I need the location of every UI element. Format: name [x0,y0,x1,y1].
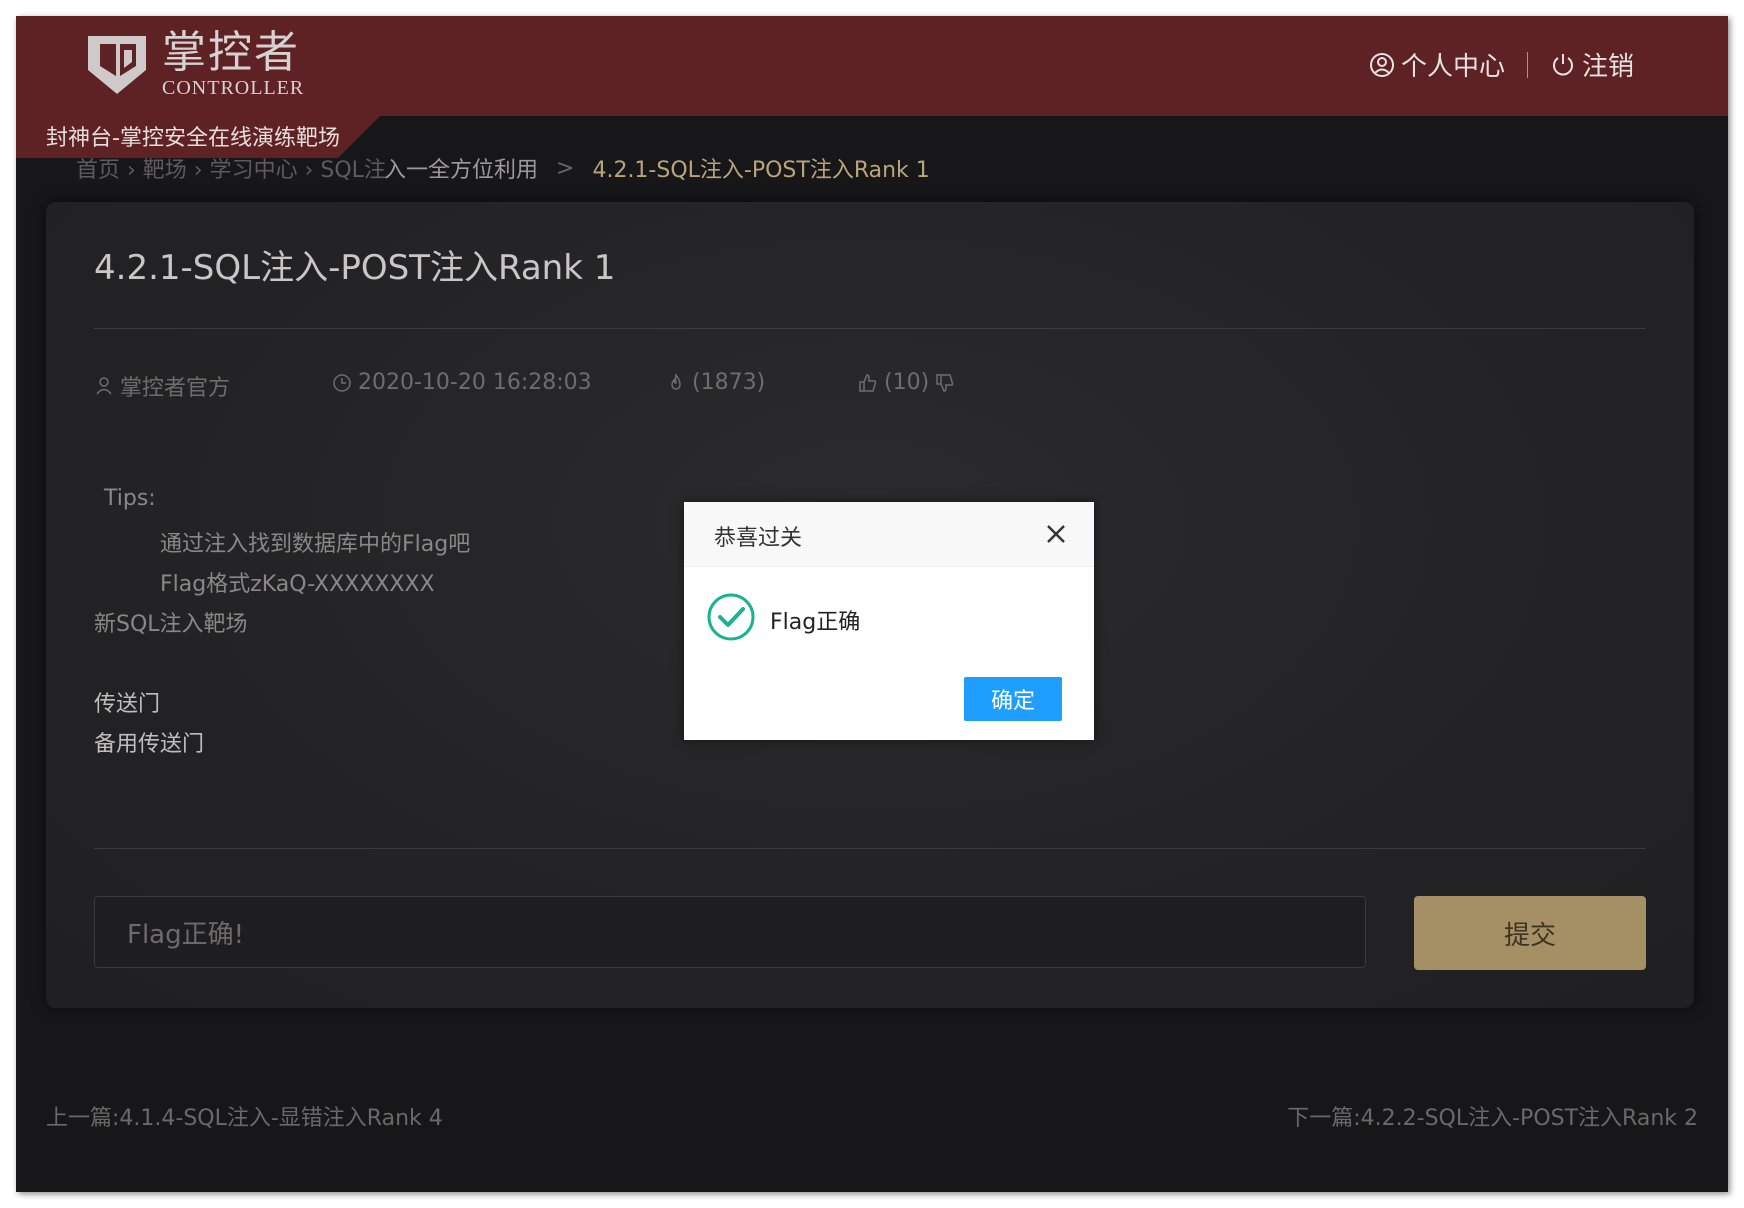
like-count: (10) [884,370,930,395]
breadcrumb-parent[interactable]: 入一全方位利用 [384,152,538,184]
breadcrumb-obscured: 首页 › 靶场 › 学习中心 › SQL注 [76,158,386,183]
check-circle-icon [707,593,755,641]
divider [94,328,1646,329]
shield-logo-icon [88,36,146,94]
publish-datetime: 2020-10-20 16:28:03 [358,370,592,395]
fire-icon [671,372,681,390]
likes-meta: (10) [858,370,955,395]
app-window: 掌控者 CONTROLLER 个人中心 注销 封神台-掌控安全在线演练靶场 首页… [16,16,1728,1192]
author-meta: 掌控者官方 [94,370,230,402]
dialog-title: 恭喜过关 [714,526,803,551]
breadcrumb: 入一全方位利用 > 4.2.1-SQL注入-POST注入Rank 1 [384,152,930,184]
breadcrumb-separator: > [556,155,575,181]
divider [1526,51,1528,78]
thumbs-up-icon[interactable] [858,373,878,393]
dialog-header: 恭喜过关 [684,502,1094,567]
date-meta: 2020-10-20 16:28:03 [332,370,592,395]
logout-label: 注销 [1581,52,1634,82]
confirm-button[interactable]: 确定 [964,677,1062,721]
logout-link[interactable]: 注销 [1550,46,1634,83]
article-note: 新SQL注入靶场 [94,612,248,637]
logo[interactable]: 掌控者 CONTROLLER [84,30,304,98]
user-circle-icon [1369,52,1394,77]
dialog-message: Flag正确 [770,610,861,635]
power-icon [1553,53,1573,75]
top-header: 掌控者 CONTROLLER 个人中心 注销 [16,16,1728,116]
logo-english-text: CONTROLLER [162,77,305,99]
close-icon[interactable] [1044,522,1068,546]
flag-input[interactable] [94,896,1366,968]
logo-chinese-text: 掌控者 [162,27,300,78]
thumbs-down-icon[interactable] [935,373,955,393]
portal-link[interactable]: 传送门 [94,686,160,718]
success-dialog: 恭喜过关 Flag正确 确定 [684,502,1094,740]
submit-button[interactable]: 提交 [1414,896,1646,970]
user-icon [96,377,112,395]
user-center-label: 个人中心 [1400,52,1505,82]
views-meta: (1873) [666,370,765,395]
top-links: 个人中心 注销 [1369,46,1634,83]
tip-line: Flag格式zKaQ-XXXXXXXX [160,572,435,597]
backup-portal-link[interactable]: 备用传送门 [94,726,204,758]
tip-line: 通过注入找到数据库中的Flag吧 [160,532,471,557]
page-title: 4.2.1-SQL注入-POST注入Rank 1 [94,248,616,288]
next-article-link[interactable]: 下一篇:4.2.2-SQL注入-POST注入Rank 2 [1287,1100,1698,1132]
breadcrumb-current: 4.2.1-SQL注入-POST注入Rank 1 [592,158,930,183]
divider [94,848,1646,849]
author-name: 掌控者官方 [120,376,231,401]
clock-icon [333,373,351,392]
platform-subtitle: 封神台-掌控安全在线演练靶场 [46,126,340,151]
view-count: (1873) [692,370,766,395]
previous-article-link[interactable]: 上一篇:4.1.4-SQL注入-显错注入Rank 4 [46,1100,443,1132]
tips-label: Tips: [104,486,156,511]
user-center-link[interactable]: 个人中心 [1369,46,1505,83]
